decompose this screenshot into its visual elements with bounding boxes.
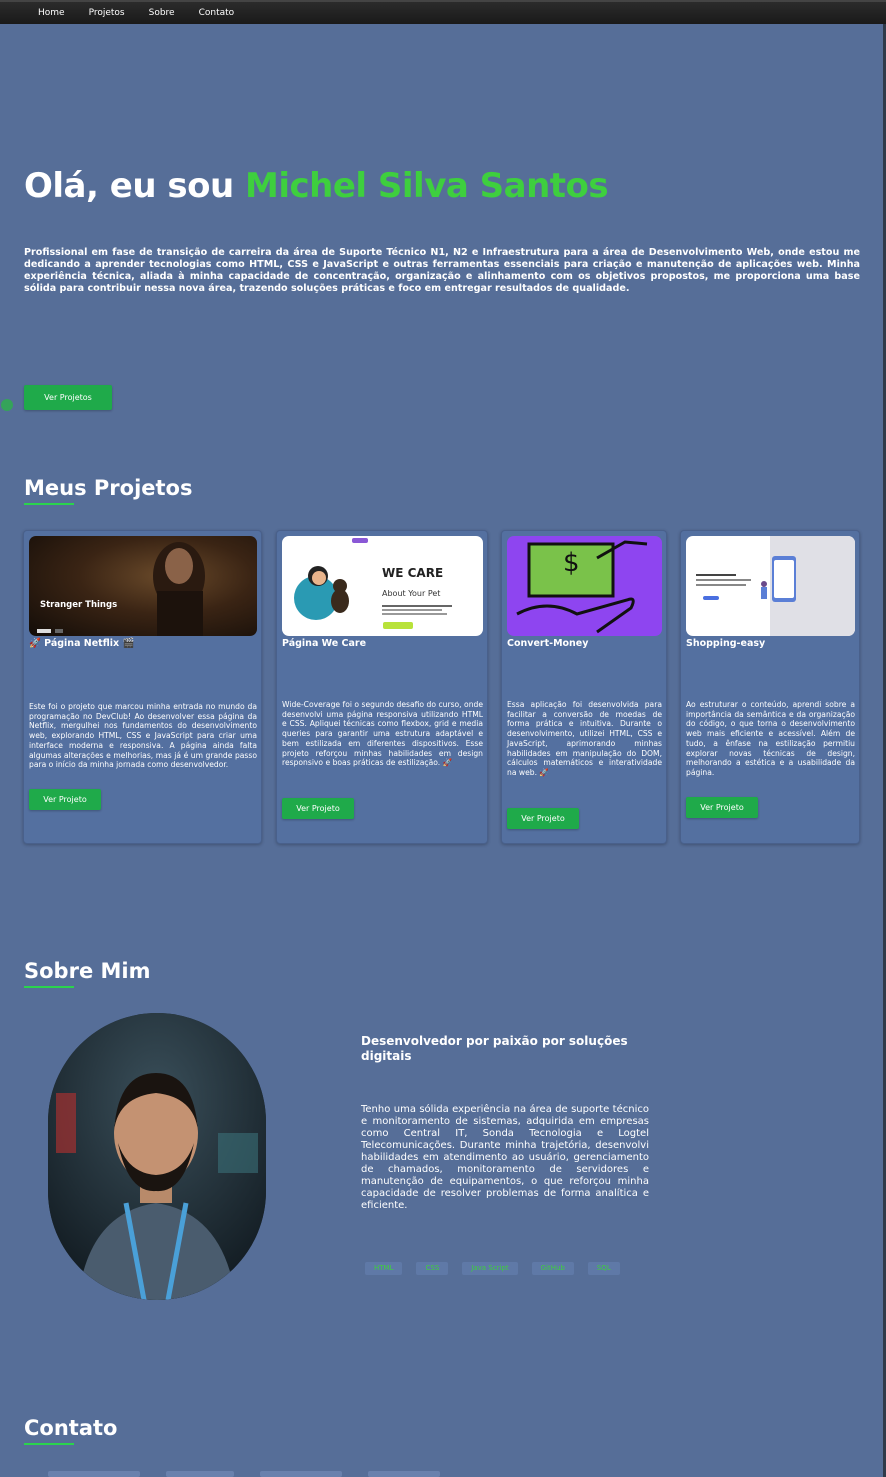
view-projects-button[interactable]: Ver Projetos: [24, 385, 112, 410]
contact-link[interactable]: [260, 1471, 342, 1477]
hero-title: Olá, eu sou Michel Silva Santos: [24, 166, 609, 206]
nav-link-home[interactable]: Home: [38, 8, 65, 18]
project-card-netflix: Stranger Things 🚀 Página Netflix 🎬 Este …: [23, 530, 262, 844]
project-card-convert-money: $ Convert-Money Essa aplicação foi desen…: [501, 530, 667, 844]
skill-badge-github: GitHub: [531, 1262, 574, 1275]
project-title-convert-money: Convert-Money: [507, 638, 589, 649]
project-title-shopping-easy: Shopping-easy: [686, 638, 766, 649]
skill-badge-html: HTML: [365, 1262, 403, 1275]
project-title-we-care: Página We Care: [282, 638, 367, 649]
contact-section-title: Contato: [24, 1416, 118, 1445]
status-dot-icon: [1, 399, 13, 411]
nav-link-projetos[interactable]: Projetos: [89, 8, 125, 18]
contact-link[interactable]: [48, 1471, 140, 1477]
netflix-scene-image: [37, 542, 205, 636]
project-description-netflix: Este foi o projeto que marcou minha entr…: [29, 702, 257, 770]
skill-badge-css: CSS: [416, 1262, 449, 1275]
about-text: Tenho uma sólida experiência na área de …: [361, 1104, 649, 1211]
profile-photo-image: [48, 1013, 266, 1300]
project-thumbnail-shopping-easy[interactable]: [686, 536, 855, 636]
contact-links: [48, 1471, 440, 1477]
project-thumbnail-netflix[interactable]: Stranger Things: [29, 536, 257, 636]
project-thumbnail-we-care[interactable]: WE CARE About Your Pet: [282, 536, 483, 636]
contact-link[interactable]: [368, 1471, 440, 1477]
top-nav: Home Projetos Sobre Contato: [0, 0, 886, 24]
view-project-convert-money-button[interactable]: Ver Projeto: [507, 808, 579, 829]
view-project-we-care-button[interactable]: Ver Projeto: [282, 798, 354, 819]
we-care-thumb-title: WE CARE: [382, 566, 444, 580]
about-section-title: Sobre Mim: [24, 959, 151, 988]
we-care-thumb-subtitle: About Your Pet: [382, 589, 441, 598]
shopping-site-mockup: [696, 536, 855, 636]
netflix-thumb-title: Stranger Things: [40, 600, 118, 610]
skills-list: HTML CSS Java Script GitHub SQL: [365, 1262, 620, 1275]
contact-link[interactable]: [166, 1471, 234, 1477]
hero-description: Profissional em fase de transição de car…: [24, 247, 860, 294]
dollar-sign-icon: $: [563, 548, 580, 578]
skill-badge-sql: SQL: [587, 1262, 620, 1275]
nav-link-contato[interactable]: Contato: [199, 8, 235, 18]
project-description-we-care: Wide-Coverage foi o segundo desafio do c…: [282, 700, 483, 768]
hero-title-prefix: Olá, eu sou: [24, 166, 245, 206]
skill-badge-javascript: Java Script: [462, 1262, 518, 1275]
money-hand-illustration: [516, 540, 648, 634]
view-project-shopping-easy-button[interactable]: Ver Projeto: [686, 797, 758, 818]
project-thumbnail-convert-money[interactable]: $: [507, 536, 662, 636]
about-heading: Desenvolvedor por paixão por soluções di…: [361, 1034, 628, 1063]
project-card-shopping-easy: Shopping-easy Ao estruturar o conteúdo, …: [680, 530, 860, 844]
project-description-shopping-easy: Ao estruturar o conteúdo, aprendi sobre …: [686, 700, 855, 777]
profile-photo: [48, 1013, 266, 1300]
project-title-netflix: 🚀 Página Netflix 🎬: [29, 638, 135, 649]
project-description-convert-money: Essa aplicação foi desenvolvida para fac…: [507, 700, 662, 777]
projects-section-title: Meus Projetos: [24, 476, 193, 505]
hero-title-name: Michel Silva Santos: [245, 166, 609, 206]
project-card-we-care: WE CARE About Your Pet Página We Care Wi…: [276, 530, 488, 844]
view-project-netflix-button[interactable]: Ver Projeto: [29, 789, 101, 810]
we-care-illustration: [294, 538, 452, 629]
nav-link-sobre[interactable]: Sobre: [149, 8, 175, 18]
